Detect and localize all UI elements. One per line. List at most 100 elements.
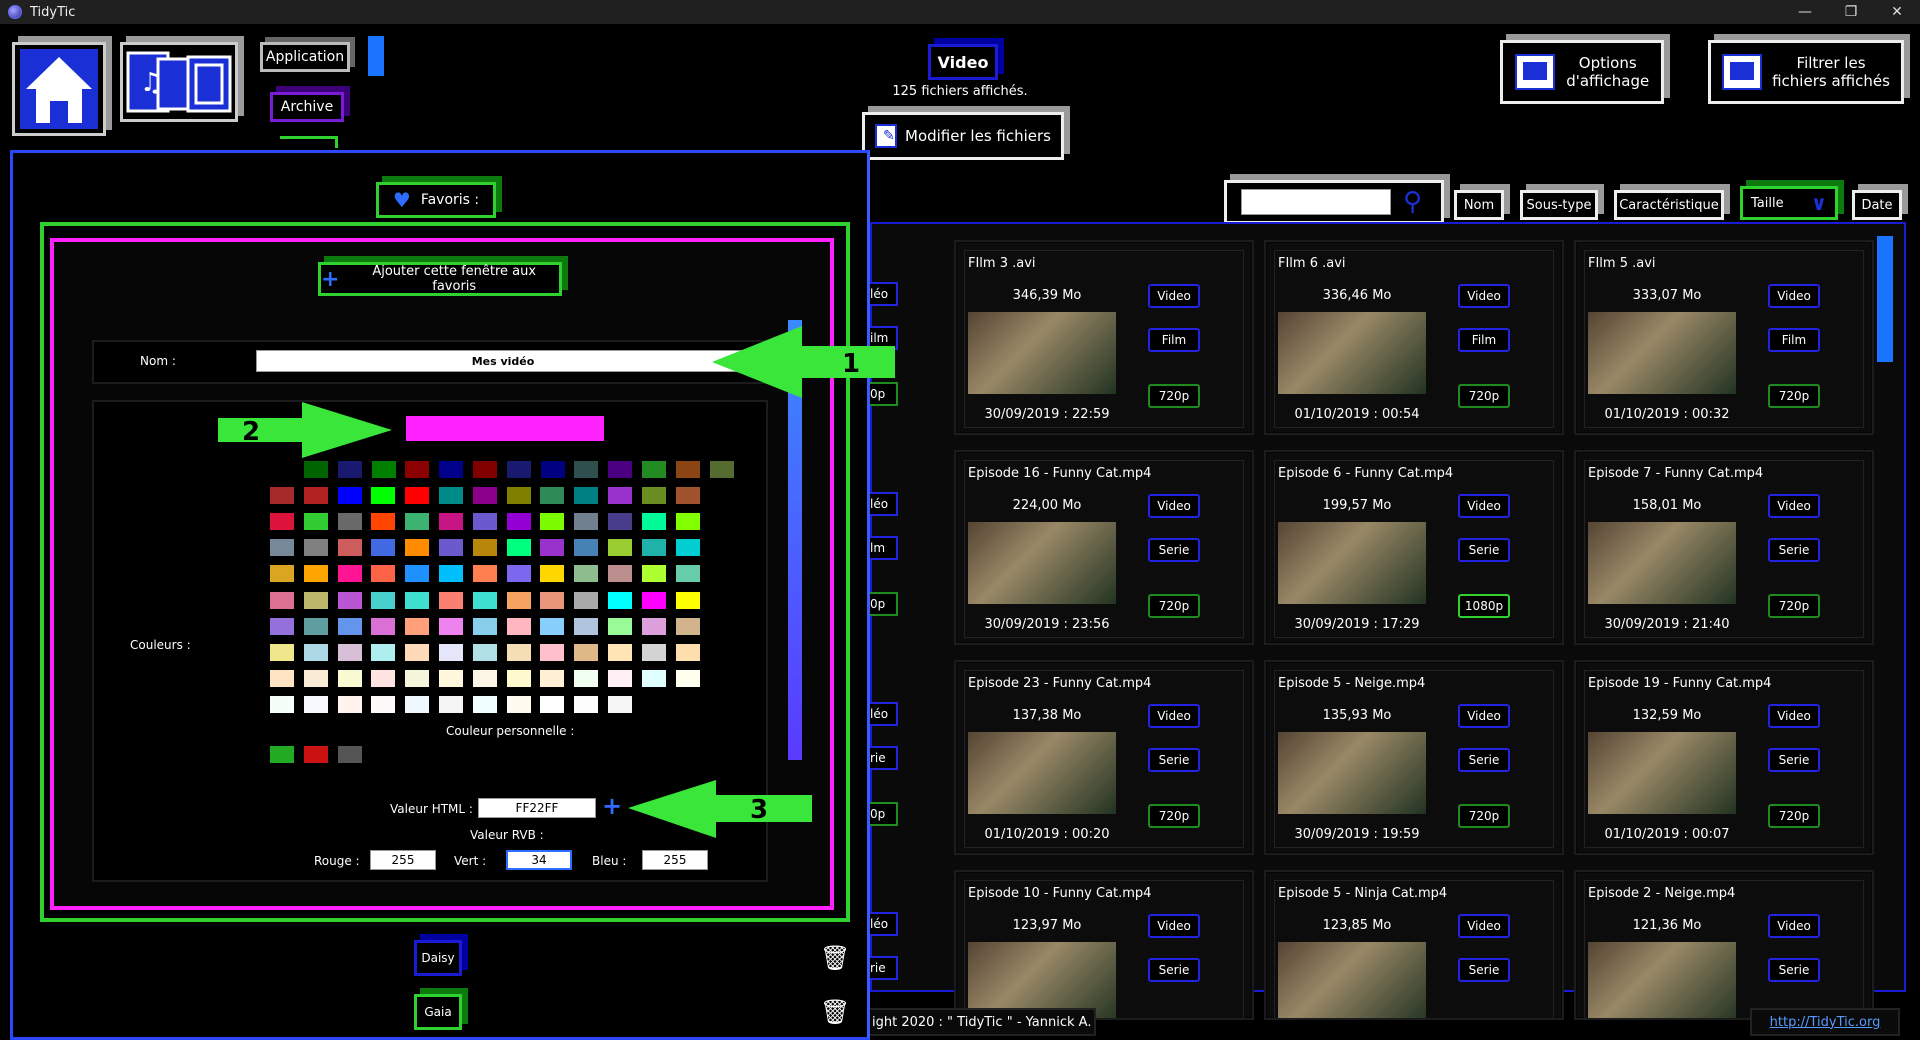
sort-caracteristique-button[interactable]: Caractéristique (1614, 190, 1724, 220)
tile-thumbnail (1588, 942, 1736, 1018)
website-link[interactable]: http://TidyTic.org (1750, 1008, 1900, 1036)
tile-resolution-tag[interactable]: 1080p (1458, 594, 1510, 618)
annotation-arrows: 1 2 3 (218, 326, 895, 838)
arrow-1-shape (712, 326, 895, 398)
tile-resolution-tag[interactable]: 720p (1768, 804, 1820, 828)
tile-size: 199,57 Mo (1322, 498, 1392, 513)
minimize-icon[interactable]: — (1782, 0, 1828, 24)
tile-name: Episode 7 - Funny Cat.mp4 (1588, 466, 1764, 481)
search-input[interactable] (1241, 189, 1391, 215)
tile-subtype-tag[interactable]: Serie (1148, 958, 1200, 982)
tile-date: 30/09/2019 : 22:59 (984, 407, 1110, 422)
trash-icon[interactable]: 🗑 (820, 944, 850, 972)
tile-type-tag[interactable]: Video (1148, 284, 1200, 308)
file-tile[interactable]: Episode 10 - Funny Cat.mp4 123,97 Mo Video… (954, 870, 1254, 1020)
tile-subtype-tag[interactable]: Serie (1148, 748, 1200, 772)
tile-size: 158,01 Mo (1632, 498, 1702, 513)
file-tile[interactable]: Episode 5 - Ninja Cat.mp4 123,85 Mo Video S… (1264, 870, 1564, 1020)
tile-subtype-tag[interactable]: Serie (1768, 958, 1820, 982)
tile-subtype-tag[interactable]: Film (1148, 328, 1200, 352)
file-tile[interactable]: Episode 23 - Funny Cat.mp4 137,38 Mo 01/10… (954, 660, 1254, 855)
tile-thumbnail (1278, 732, 1426, 814)
tile-size: 121,36 Mo (1632, 918, 1702, 933)
tile-size: 336,46 Mo (1322, 288, 1392, 303)
tile-name: Episode 16 - Funny Cat.mp4 (968, 466, 1152, 481)
display-options-button[interactable]: Options d'affichage (1500, 40, 1664, 104)
tile-type-tag[interactable]: Video (1768, 284, 1820, 308)
grid-scrollbar[interactable] (1877, 236, 1893, 362)
tile-resolution-tag[interactable]: 720p (1768, 594, 1820, 618)
tile-name: FIlm 3 .avi (968, 256, 1036, 271)
tile-resolution-tag[interactable]: 720p (1458, 804, 1510, 828)
filter-files-label: Filtrer les fichiers affichés (1772, 54, 1890, 90)
file-tile[interactable]: FIlm 5 .avi 333,07 Mo 01/10/2019 : 00:32 Vi… (1574, 240, 1874, 435)
video-button[interactable]: Video (928, 44, 998, 80)
file-tile[interactable]: Episode 6 - Funny Cat.mp4 199,57 Mo 30/09/… (1264, 450, 1564, 645)
tile-resolution-tag[interactable]: 720p (1148, 384, 1200, 408)
trash-icon[interactable]: 🗑 (820, 998, 850, 1026)
tile-thumbnail (1588, 312, 1736, 394)
tile-subtype-tag[interactable]: Serie (1458, 748, 1510, 772)
tile-subtype-tag[interactable]: Film (1458, 328, 1510, 352)
tile-type-tag[interactable]: Video (1148, 914, 1200, 938)
tile-thumbnail (1588, 732, 1736, 814)
tile-name: Episode 5 - Ninja Cat.mp4 (1278, 886, 1448, 901)
sort-date-button[interactable]: Date (1852, 190, 1902, 220)
tile-size: 132,59 Mo (1632, 708, 1702, 723)
tile-resolution-tag[interactable]: 720p (1768, 384, 1820, 408)
file-tile[interactable]: Episode 2 - Neige.mp4 121,36 Mo Video Serie (1574, 870, 1874, 1020)
tile-type-tag[interactable]: Video (1148, 494, 1200, 518)
tile-type-tag[interactable]: Video (1458, 704, 1510, 728)
tile-type-tag[interactable]: Video (1768, 494, 1820, 518)
tile-type-tag[interactable]: Video (1458, 494, 1510, 518)
tile-size: 123,97 Mo (1012, 918, 1082, 933)
sort-soustype-button[interactable]: Sous-type (1520, 190, 1598, 220)
file-tile[interactable]: FIlm 6 .avi 336,46 Mo 01/10/2019 : 00:54 Vi… (1264, 240, 1564, 435)
tile-name: Episode 10 - Funny Cat.mp4 (968, 886, 1152, 901)
tile-type-tag[interactable]: Video (1148, 704, 1200, 728)
tile-thumbnail (968, 732, 1116, 814)
tile-type-tag[interactable]: Video (1768, 914, 1820, 938)
tile-size: 224,00 Mo (1012, 498, 1082, 513)
file-tile[interactable]: Episode 7 - Funny Cat.mp4 158,01 Mo 30/09/… (1574, 450, 1874, 645)
restore-icon[interactable]: ❐ (1828, 0, 1874, 24)
file-tile[interactable]: FIlm 3 .avi 346,39 Mo 30/09/2019 : 22:59 Vi… (954, 240, 1254, 435)
arrow-1-label: 1 (842, 349, 860, 379)
modify-files-label: Modifier les fichiers (905, 127, 1051, 145)
tile-thumbnail (1278, 522, 1426, 604)
file-tile[interactable]: Episode 5 - Neige.mp4 135,93 Mo 30/09/2019… (1264, 660, 1564, 855)
tile-type-tag[interactable]: Video (1458, 284, 1510, 308)
tile-thumbnail (968, 522, 1116, 604)
tile-size: 346,39 Mo (1012, 288, 1082, 303)
tile-subtype-tag[interactable]: Serie (1768, 748, 1820, 772)
file-tile[interactable]: Episode 19 - Funny Cat.mp4 132,59 Mo 01/10… (1574, 660, 1874, 855)
tile-type-tag[interactable]: Video (1768, 704, 1820, 728)
tile-type-tag[interactable]: Video (1458, 914, 1510, 938)
tile-date: 01/10/2019 : 00:54 (1294, 407, 1420, 422)
tile-subtype-tag[interactable]: Serie (1458, 538, 1510, 562)
file-tile[interactable]: Episode 16 - Funny Cat.mp4 224,00 Mo 30/09… (954, 450, 1254, 645)
tile-subtype-tag[interactable]: Film (1768, 328, 1820, 352)
tile-name: Episode 2 - Neige.mp4 (1588, 886, 1736, 901)
favorite-gaia[interactable]: Gaia (414, 994, 462, 1030)
tile-name: Episode 6 - Funny Cat.mp4 (1278, 466, 1454, 481)
filter-files-button[interactable]: Filtrer les fichiers affichés (1708, 40, 1904, 104)
tile-resolution-tag[interactable]: 720p (1148, 804, 1200, 828)
tile-subtype-tag[interactable]: Serie (1768, 538, 1820, 562)
tile-name: Episode 5 - Neige.mp4 (1278, 676, 1426, 691)
sort-taille-button[interactable]: Taille ∨ (1740, 186, 1838, 220)
tile-tag-partial[interactable]: rie (870, 956, 898, 980)
tile-subtype-tag[interactable]: Serie (1458, 958, 1510, 982)
tile-subtype-tag[interactable]: Serie (1148, 538, 1200, 562)
close-icon[interactable]: ✕ (1874, 0, 1920, 24)
tile-resolution-tag[interactable]: 720p (1458, 384, 1510, 408)
favorite-daisy[interactable]: Daisy (414, 940, 462, 976)
search-box: ⚲ (1224, 180, 1444, 224)
tile-date: 30/09/2019 : 17:29 (1294, 617, 1420, 632)
tile-resolution-tag[interactable]: 720p (1148, 594, 1200, 618)
sort-nom-button[interactable]: Nom (1454, 190, 1504, 220)
tile-thumbnail (1588, 522, 1736, 604)
tile-name: FIlm 6 .avi (1278, 256, 1346, 271)
search-icon[interactable]: ⚲ (1403, 189, 1422, 215)
tile-tag-partial[interactable]: léo (870, 912, 898, 936)
